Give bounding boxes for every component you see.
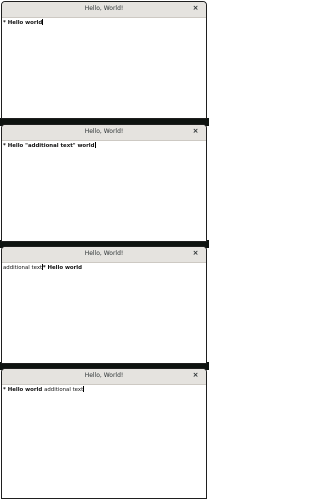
window-titlebar[interactable]: Hello, World! × (2, 2, 206, 18)
text-caret (83, 386, 84, 392)
app-window: Hello, World! × * Hello "additional text… (1, 124, 207, 242)
text-caret (94, 142, 96, 148)
app-window: Hello, World! × * Hello world additional… (1, 368, 207, 499)
plain-text: additional text (3, 265, 43, 271)
close-icon[interactable]: × (191, 4, 200, 13)
window-title: Hello, World! (84, 250, 124, 257)
text-view[interactable]: additional text* Hello world (2, 263, 206, 272)
window-titlebar[interactable]: Hello, World! × (2, 369, 206, 385)
window-title: Hello, World! (84, 5, 124, 12)
app-window: Hello, World! × * Hello world (1, 1, 207, 119)
close-icon[interactable]: × (191, 249, 200, 258)
bold-text: * Hello "additional text" world (3, 143, 95, 149)
window-titlebar[interactable]: Hello, World! × (2, 125, 206, 141)
close-icon[interactable]: × (191, 127, 200, 136)
app-window: Hello, World! × additional text* Hello w… (1, 246, 207, 364)
window-title: Hello, World! (84, 128, 124, 135)
window-titlebar[interactable]: Hello, World! × (2, 247, 206, 263)
text-caret (42, 19, 43, 25)
bold-text: * Hello world (3, 387, 45, 393)
close-icon[interactable]: × (191, 371, 200, 380)
text-view[interactable]: * Hello "additional text" world (2, 141, 206, 150)
window-title: Hello, World! (84, 372, 124, 379)
bold-text: * Hello world (3, 20, 43, 26)
plain-text: additional text (44, 387, 84, 393)
text-view[interactable]: * Hello world additional text (2, 385, 206, 394)
bold-text: * Hello world (42, 265, 82, 271)
text-view[interactable]: * Hello world (2, 18, 206, 27)
